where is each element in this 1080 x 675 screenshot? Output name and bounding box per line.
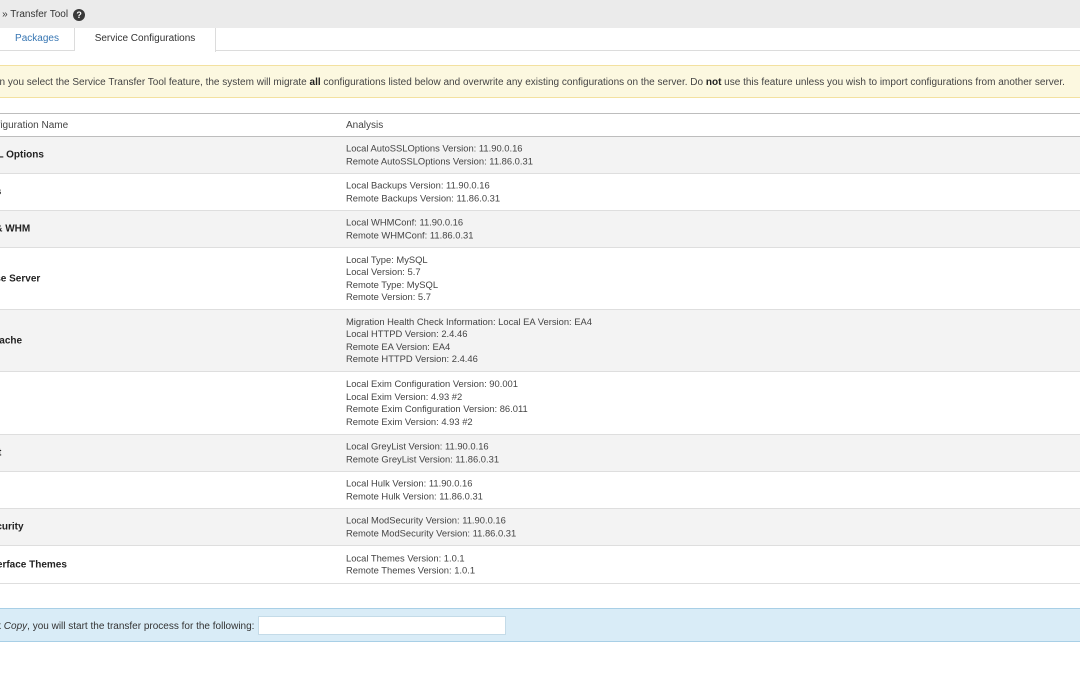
table-row: r Interface Themes Local Themes Version: … xyxy=(0,546,1080,584)
analysis-line: Remote GreyList Version: 11.86.0.31 xyxy=(346,453,500,464)
analysis-line: Remote Version: 5.7 xyxy=(346,291,431,303)
table-row: kups Local Backups Version: 11.90.0.16Rem… xyxy=(0,174,1080,211)
analysis-line: Remote WHMConf: 11.86.0.31 xyxy=(346,229,474,240)
analysis-line: Remote Backups Version: 11.86.0.31 xyxy=(346,192,501,203)
analysis-cell: Migration Health Check Information: Loca… xyxy=(346,315,592,365)
analysis-line: Remote Exim Configuration Version: 86.01… xyxy=(346,403,528,414)
notice-emphasis-all: all xyxy=(309,77,321,88)
analysis-cell: Local Backups Version: 11.90.0.16 Remote … xyxy=(346,179,500,204)
tab-service-configurations[interactable]: Service Configurations xyxy=(75,28,216,52)
notice-text-part: use this feature unless you wish to impo… xyxy=(721,77,1065,88)
analysis-line: Local Hulk Version: 11.90.0.16 xyxy=(346,477,473,489)
analysis-line: Migration Health Check Information: Loca… xyxy=(346,315,592,327)
breadcrumb-text: rs » Transfer Tool xyxy=(0,9,69,20)
analysis-line: Local GreyList Version: 11.90.0.16 xyxy=(346,440,489,452)
transfer-summary-text: k Copy, you will start the transfer proc… xyxy=(0,621,254,632)
table-row: nLocal Exim Configuration Version: 90.00… xyxy=(0,372,1080,435)
analysis-line: Local Exim Version: 4.93 #2 xyxy=(346,390,463,402)
table-body: oSSL Options Local AutoSSLOptions Version… xyxy=(0,137,1080,584)
notice-text-part: en you select the Service Transfer Tool … xyxy=(0,77,310,88)
table-row: oSSL Options Local AutoSSLOptions Version… xyxy=(0,137,1080,174)
analysis-line: Remote Hulk Version: 11.86.0.31 xyxy=(346,490,483,501)
transfer-summary-bar: k Copy, you will start the transfer proc… xyxy=(0,608,1080,642)
analysis-line: Remote AutoSSLOptions Version: 11.86.0.3… xyxy=(346,155,533,166)
configuration-name: dSecurity xyxy=(0,521,24,533)
table-row: y Apache Migration Health Check Informati… xyxy=(0,310,1080,372)
configuration-name: y Apache xyxy=(0,335,23,346)
configuration-name: yList xyxy=(0,448,1,459)
analysis-cell: Local GreyList Version: 11.90.0.16 Remote… xyxy=(346,440,499,465)
configuration-name: oSSL Options xyxy=(0,149,44,161)
help-icon[interactable]: ? xyxy=(73,9,86,21)
analysis-line: Local WHMConf: 11.90.0.16 xyxy=(346,216,464,228)
analysis-line: Local Themes Version: 1.0.1 xyxy=(346,551,465,563)
analysis-line: Remote Type: MySQL xyxy=(346,278,439,290)
configuration-name: abase Server xyxy=(0,273,41,284)
analysis-cell: Local WHMConf: 11.90.0.16 Remote WHMConf:… xyxy=(346,216,474,241)
analysis-cell: Local Type: MySQL Local Version: 5.7 Remot… xyxy=(346,253,438,303)
table-row: nel & WHM Local WHMConf: 11.90.0.16Remote… xyxy=(0,211,1080,248)
column-header-configuration-name[interactable]: nfiguration Name xyxy=(0,120,68,131)
table-header: nfiguration Name Analysis xyxy=(0,113,1080,137)
configuration-name: nel & WHM xyxy=(0,223,31,235)
notice-text: en you select the Service Transfer Tool … xyxy=(0,66,1065,97)
table-row: kLocal Hulk Version: 11.90.0.16Remote Hu… xyxy=(0,472,1080,509)
analysis-line: Local Version: 5.7 xyxy=(346,265,421,277)
analysis-line: Local AutoSSLOptions Version: 11.90.0.16 xyxy=(346,142,523,154)
configuration-name: kups xyxy=(0,187,1,198)
tab-packages[interactable]: Packages xyxy=(0,28,75,51)
analysis-line: Local Backups Version: 11.90.0.16 xyxy=(346,179,490,191)
configuration-name: r Interface Themes xyxy=(0,559,67,570)
analysis-cell: Local AutoSSLOptions Version: 11.90.0.16… xyxy=(346,142,533,167)
analysis-line: Local HTTPD Version: 2.4.46 xyxy=(346,327,468,339)
analysis-line: Remote Exim Version: 4.93 #2 xyxy=(346,415,473,427)
transfer-items-field[interactable] xyxy=(258,616,506,635)
configurations-table: nfiguration Name Analysis oSSL Options Lo… xyxy=(0,113,1080,584)
notice-text-part: configurations listed below and overwrit… xyxy=(320,77,706,88)
breadcrumb-bar: rs » Transfer Tool ? xyxy=(0,0,1080,28)
table-row: abase Server Local Type: MySQLLocal Versi… xyxy=(0,248,1080,310)
analysis-cell: Local ModSecurity Version: 11.90.0.16 Rem… xyxy=(346,514,516,539)
analysis-line: Remote Themes Version: 1.0.1 xyxy=(346,564,476,576)
tab-bar: Packages Service Configurations xyxy=(0,28,1080,52)
analysis-line: Local Exim Configuration Version: 90.001 xyxy=(346,377,518,389)
notice-emphasis-not: not xyxy=(705,77,722,88)
analysis-cell: Local Exim Configuration Version: 90.001… xyxy=(346,378,528,428)
copy-word: Copy xyxy=(3,621,28,632)
column-header-analysis: Analysis xyxy=(346,120,384,131)
analysis-line: Remote ModSecurity Version: 11.86.0.31 xyxy=(346,527,517,538)
breadcrumb: rs » Transfer Tool ? xyxy=(0,8,86,21)
warning-notice: en you select the Service Transfer Tool … xyxy=(0,65,1080,98)
analysis-cell: Local Hulk Version: 11.90.0.16 Remote Hul… xyxy=(346,477,483,502)
analysis-line: Remote HTTPD Version: 2.4.46 xyxy=(346,353,478,365)
footer-text-part: , you will start the transfer process fo… xyxy=(27,621,255,632)
analysis-line: Remote EA Version: EA4 xyxy=(346,340,451,352)
analysis-line: Local Type: MySQL xyxy=(346,253,428,265)
table-row: yList Local GreyList Version: 11.90.0.16R… xyxy=(0,435,1080,472)
analysis-cell: Local Themes Version: 1.0.1 Remote Themes… xyxy=(346,552,475,577)
table-row: dSecurity Local ModSecurity Version: 11.9… xyxy=(0,509,1080,546)
analysis-line: Local ModSecurity Version: 11.90.0.16 xyxy=(346,514,506,526)
